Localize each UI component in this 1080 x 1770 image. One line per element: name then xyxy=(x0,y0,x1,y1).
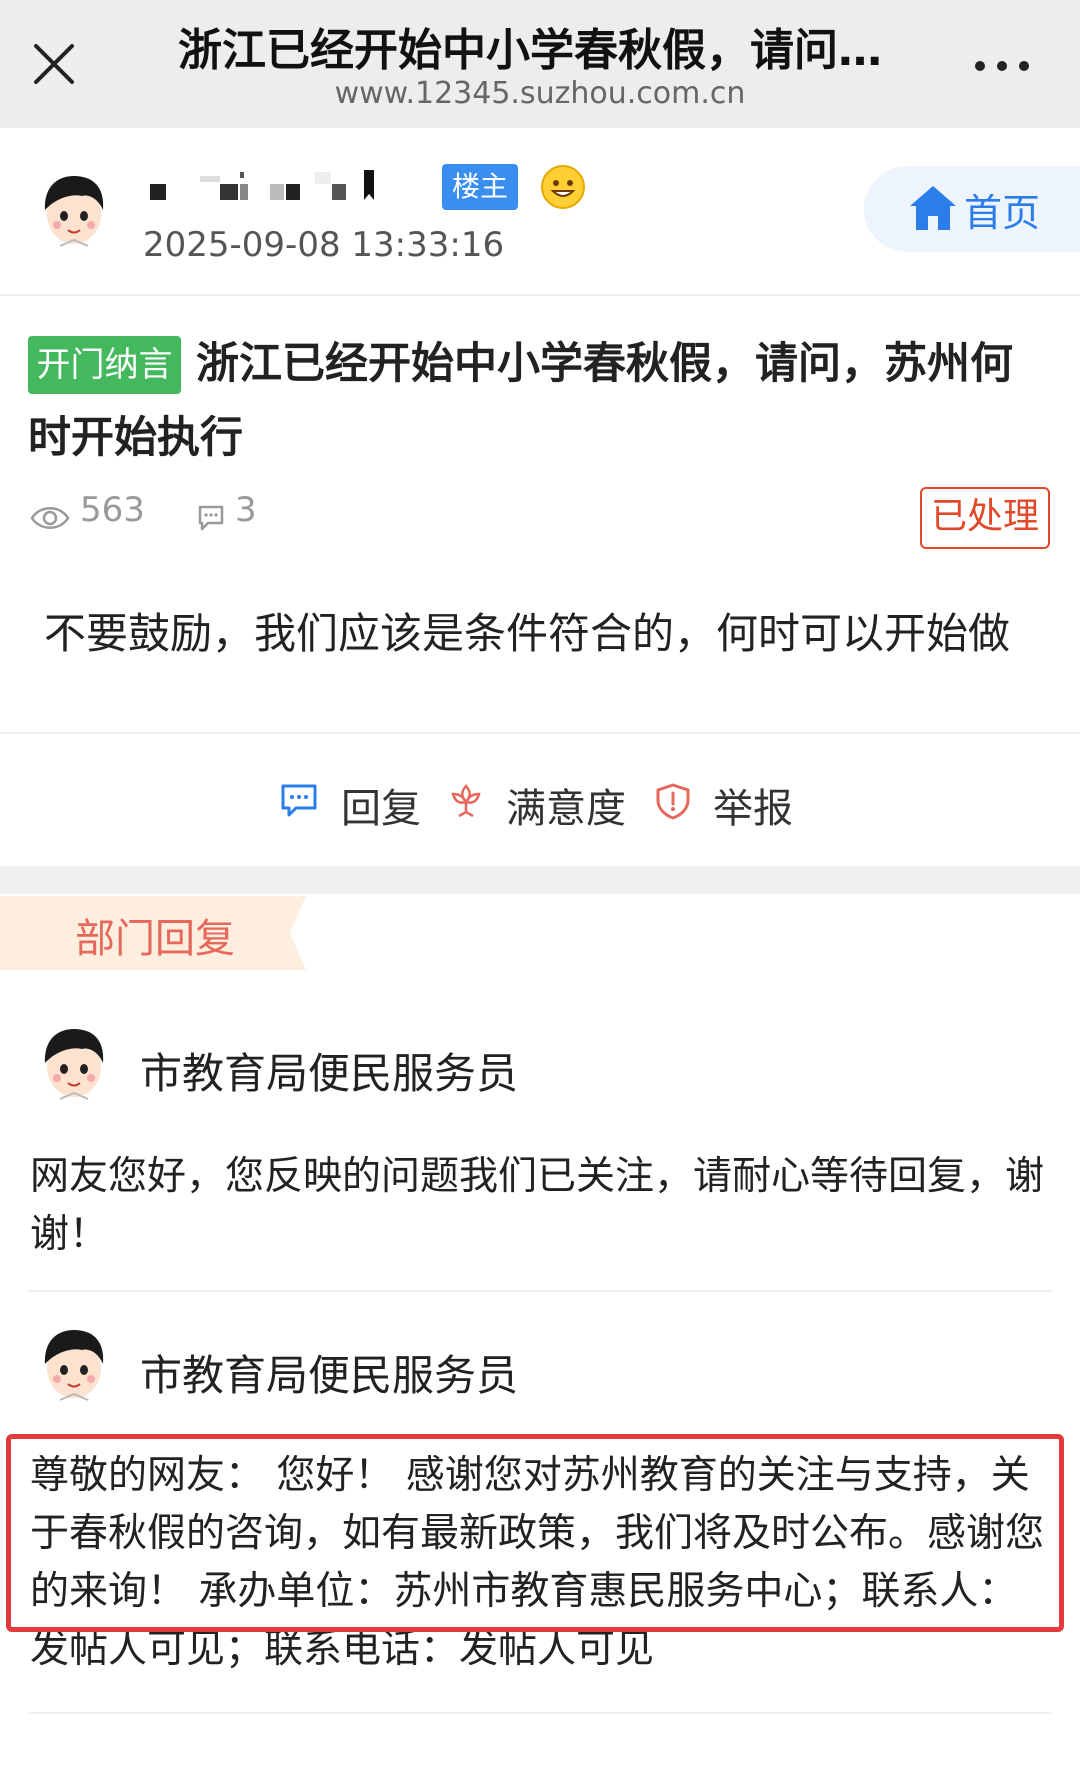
category-tag: 开门纳言 xyxy=(28,336,181,394)
section-gap xyxy=(0,866,1080,894)
view-count: 563 xyxy=(80,490,145,530)
post-time: 2025-09-08 13:33:16 xyxy=(143,225,505,265)
divider xyxy=(28,1290,1052,1292)
close-icon[interactable] xyxy=(30,40,78,88)
avatar[interactable] xyxy=(38,172,110,250)
divider xyxy=(0,294,1080,296)
reply-icon[interactable] xyxy=(280,782,318,820)
report-button[interactable]: 举报 xyxy=(713,776,793,834)
action-bar: 回复 满意度 举报 xyxy=(0,734,1080,864)
smiley-icon xyxy=(540,164,586,210)
avatar[interactable] xyxy=(38,1326,110,1404)
comment-count: 3 xyxy=(235,490,257,530)
home-label: 首页 xyxy=(964,191,1041,235)
top-bar: 浙江已经开始中小学春秋假，请问… www.12345.suzhou.com.cn xyxy=(0,0,1080,128)
department-reply-label: 部门回复 xyxy=(75,916,235,962)
post-content: 不要鼓励，我们应该是条件符合的，何时可以开始做 xyxy=(44,609,1011,658)
divider xyxy=(28,1712,1052,1714)
window-title: 浙江已经开始中小学春秋假，请问… xyxy=(178,25,882,76)
eye-icon xyxy=(30,502,70,532)
reply-button[interactable]: 回复 xyxy=(341,776,421,834)
satisfaction-button[interactable]: 满意度 xyxy=(506,776,626,834)
home-icon xyxy=(908,184,958,232)
avatar[interactable] xyxy=(38,1025,110,1103)
flower-icon[interactable] xyxy=(447,782,485,820)
shield-icon[interactable] xyxy=(654,782,692,820)
reply-author: 市教育局便民服务员 xyxy=(140,1049,519,1098)
masked-username xyxy=(140,166,420,206)
home-button[interactable]: 首页 xyxy=(864,166,1080,252)
comment-icon xyxy=(196,502,226,532)
window-url: www.12345.suzhou.com.cn xyxy=(334,76,746,111)
more-icon[interactable] xyxy=(975,46,1035,86)
reply-author: 市教育局便民服务员 xyxy=(140,1351,519,1400)
status-badge: 已处理 xyxy=(920,487,1050,549)
owner-badge: 楼主 xyxy=(442,164,518,210)
department-reply-tab: 部门回复 xyxy=(0,896,306,970)
highlight-annotation xyxy=(6,1434,1064,1632)
reply-text: 网友您好，您反映的问题我们已关注，请耐心等待回复，谢谢！ xyxy=(30,1154,1045,1257)
poster-header: 楼主 2025-09-08 13:33:16 首页 xyxy=(0,128,1080,295)
